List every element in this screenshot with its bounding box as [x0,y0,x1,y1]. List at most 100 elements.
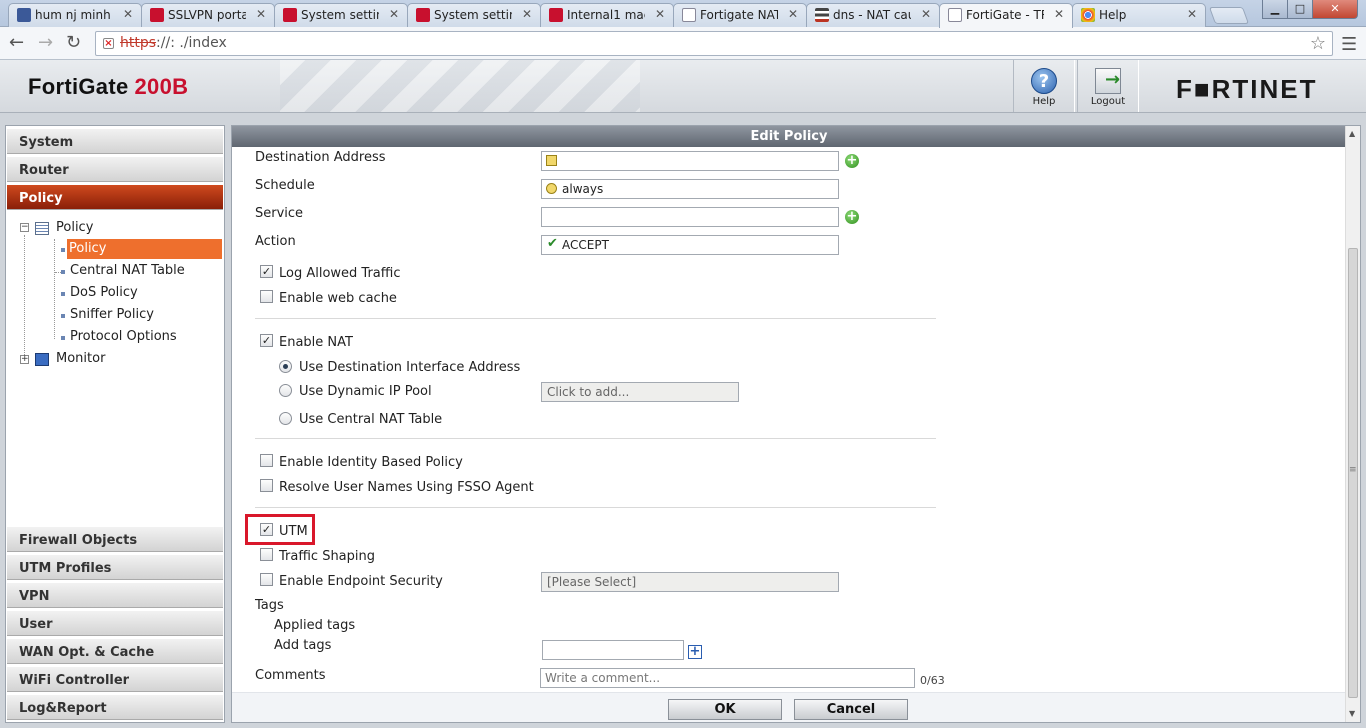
browser-tab[interactable]: System setting ✕ [274,3,408,27]
utm-checkbox[interactable]: ✓ [260,523,273,536]
destination-address-field[interactable] [541,151,839,171]
tree-item-protocol-options[interactable]: Protocol Options [70,329,177,344]
bookmark-star-icon[interactable]: ☆ [1310,33,1326,54]
enable-identity-based-policy-checkbox[interactable] [260,454,273,467]
cancel-button[interactable]: Cancel [794,699,908,720]
window-close-button[interactable]: ✕ [1312,0,1358,19]
add-destination-icon[interactable]: + [845,154,859,168]
facebook-icon [17,8,31,22]
insecure-lock-icon: × [103,38,114,49]
sidebar-category-log-report[interactable]: Log&Report [7,695,223,720]
document-icon [948,8,962,22]
browser-tab[interactable]: dns - NAT cau ✕ [806,3,940,27]
fortinet-logo: F■RTINET [1176,74,1318,104]
browser-tab-active[interactable]: FortiGate - TR ✕ [939,3,1073,28]
help-button[interactable]: ? Help [1013,60,1075,112]
dynamic-ip-pool-field[interactable]: Click to add... [541,382,739,402]
browser-tab[interactable]: Internal1 mac ✕ [540,3,674,27]
sidebar-category-firewall-objects[interactable]: Firewall Objects [7,527,223,552]
tab-close-icon[interactable]: ✕ [389,7,399,21]
add-tag-icon[interactable]: + [688,645,702,659]
sidebar-category-user[interactable]: User [7,611,223,636]
enable-endpoint-security-label: Enable Endpoint Security [279,574,443,589]
tab-close-icon[interactable]: ✕ [1187,7,1197,21]
browser-tab[interactable]: hum nj minh c ✕ [8,3,142,27]
tree-group-monitor[interactable]: Monitor [56,351,105,366]
browser-tab[interactable]: System setting ✕ [407,3,541,27]
log-allowed-traffic-checkbox[interactable]: ✓ [260,265,273,278]
enable-nat-checkbox[interactable]: ✓ [260,334,273,347]
service-field[interactable] [541,207,839,227]
vertical-scrollbar[interactable]: ▲ ≡ ▼ [1345,126,1360,722]
ok-button[interactable]: OK [668,699,782,720]
use-dynamic-ip-pool-radio[interactable] [279,384,292,397]
action-field[interactable]: ✔ ACCEPT [541,235,839,255]
help-label: Help [1032,96,1056,107]
use-central-nat-table-label: Use Central NAT Table [299,412,443,427]
tab-close-icon[interactable]: ✕ [522,7,532,21]
fortigate-header: FortiGate200B ? Help Logout F■RTINET [0,60,1366,113]
comments-label: Comments [255,668,326,683]
logout-label: Logout [1090,96,1126,107]
tab-close-icon[interactable]: ✕ [655,7,665,21]
product-model: 200B [134,74,189,99]
sidebar-category-wan-opt-cache[interactable]: WAN Opt. & Cache [7,639,223,664]
address-bar[interactable]: × https://: ./index ☆ [95,31,1333,56]
scroll-up-icon[interactable]: ▲ [1349,129,1355,138]
add-tags-label: Add tags [274,638,332,653]
monitor-icon [35,353,49,366]
add-tags-input[interactable] [542,640,684,660]
sidebar: System Router Policy − Policy Policy Cen… [5,125,225,723]
browser-tab[interactable]: Help ✕ [1072,3,1206,27]
tree-item-sniffer-policy[interactable]: Sniffer Policy [70,307,154,322]
address-path: ://: ./index [156,35,227,51]
tree-item-central-nat-table[interactable]: Central NAT Table [70,263,185,278]
tree-item-dos-policy[interactable]: DoS Policy [70,285,138,300]
endpoint-security-select[interactable]: [Please Select] [541,572,839,592]
sidebar-category-wifi-controller[interactable]: WiFi Controller [7,667,223,692]
use-central-nat-table-radio[interactable] [279,412,292,425]
browser-tab-strip: hum nj minh c ✕ SSLVPN portal ✕ System s… [0,0,1366,28]
forward-arrow-icon[interactable]: → [38,33,53,53]
comments-input[interactable]: Write a comment... [540,668,915,688]
applied-tags-label: Applied tags [274,618,356,633]
browser-tab[interactable]: Fortigate NAT ✕ [673,3,807,27]
enable-nat-label: Enable NAT [279,335,353,350]
sidebar-category-utm-profiles[interactable]: UTM Profiles [7,555,223,580]
policy-folder-icon [35,222,49,235]
logout-button[interactable]: Logout [1077,60,1139,112]
tab-title: Internal1 mac [567,8,645,22]
reload-icon[interactable]: ↻ [66,33,81,53]
tree-expand-icon[interactable]: + [20,355,29,364]
traffic-shaping-checkbox[interactable] [260,548,273,561]
window-minimize-button[interactable]: ▁ [1262,0,1288,19]
utm-label: UTM [279,524,308,539]
add-service-icon[interactable]: + [845,210,859,224]
scroll-down-icon[interactable]: ▼ [1349,709,1355,718]
tree-collapse-icon[interactable]: − [20,223,29,232]
tab-close-icon[interactable]: ✕ [788,7,798,21]
window-maximize-button[interactable]: □ [1287,0,1313,19]
use-destination-interface-radio[interactable] [279,360,292,373]
sidebar-category-vpn[interactable]: VPN [7,583,223,608]
new-tab-button[interactable] [1208,7,1250,24]
tab-close-icon[interactable]: ✕ [1054,7,1064,21]
sidebar-category-policy[interactable]: Policy [7,185,223,210]
enable-endpoint-security-checkbox[interactable] [260,573,273,586]
sidebar-category-system[interactable]: System [7,129,223,154]
enable-web-cache-checkbox[interactable] [260,290,273,303]
tab-close-icon[interactable]: ✕ [256,7,266,21]
resolve-user-names-checkbox[interactable] [260,479,273,492]
scrollbar-grip-icon: ≡ [1349,465,1357,475]
back-arrow-icon[interactable]: ← [9,33,24,53]
tree-group-policy[interactable]: Policy [56,220,93,235]
browser-tab[interactable]: SSLVPN portal ✕ [141,3,275,27]
tab-title: dns - NAT cau [833,8,911,22]
tab-close-icon[interactable]: ✕ [123,7,133,21]
schedule-field[interactable]: always [541,179,839,199]
browser-menu-icon[interactable]: ☰ [1341,34,1357,55]
tree-item-policy[interactable]: Policy [67,239,222,259]
tab-close-icon[interactable]: ✕ [921,7,931,21]
help-icon: ? [1031,68,1057,94]
sidebar-category-router[interactable]: Router [7,157,223,182]
